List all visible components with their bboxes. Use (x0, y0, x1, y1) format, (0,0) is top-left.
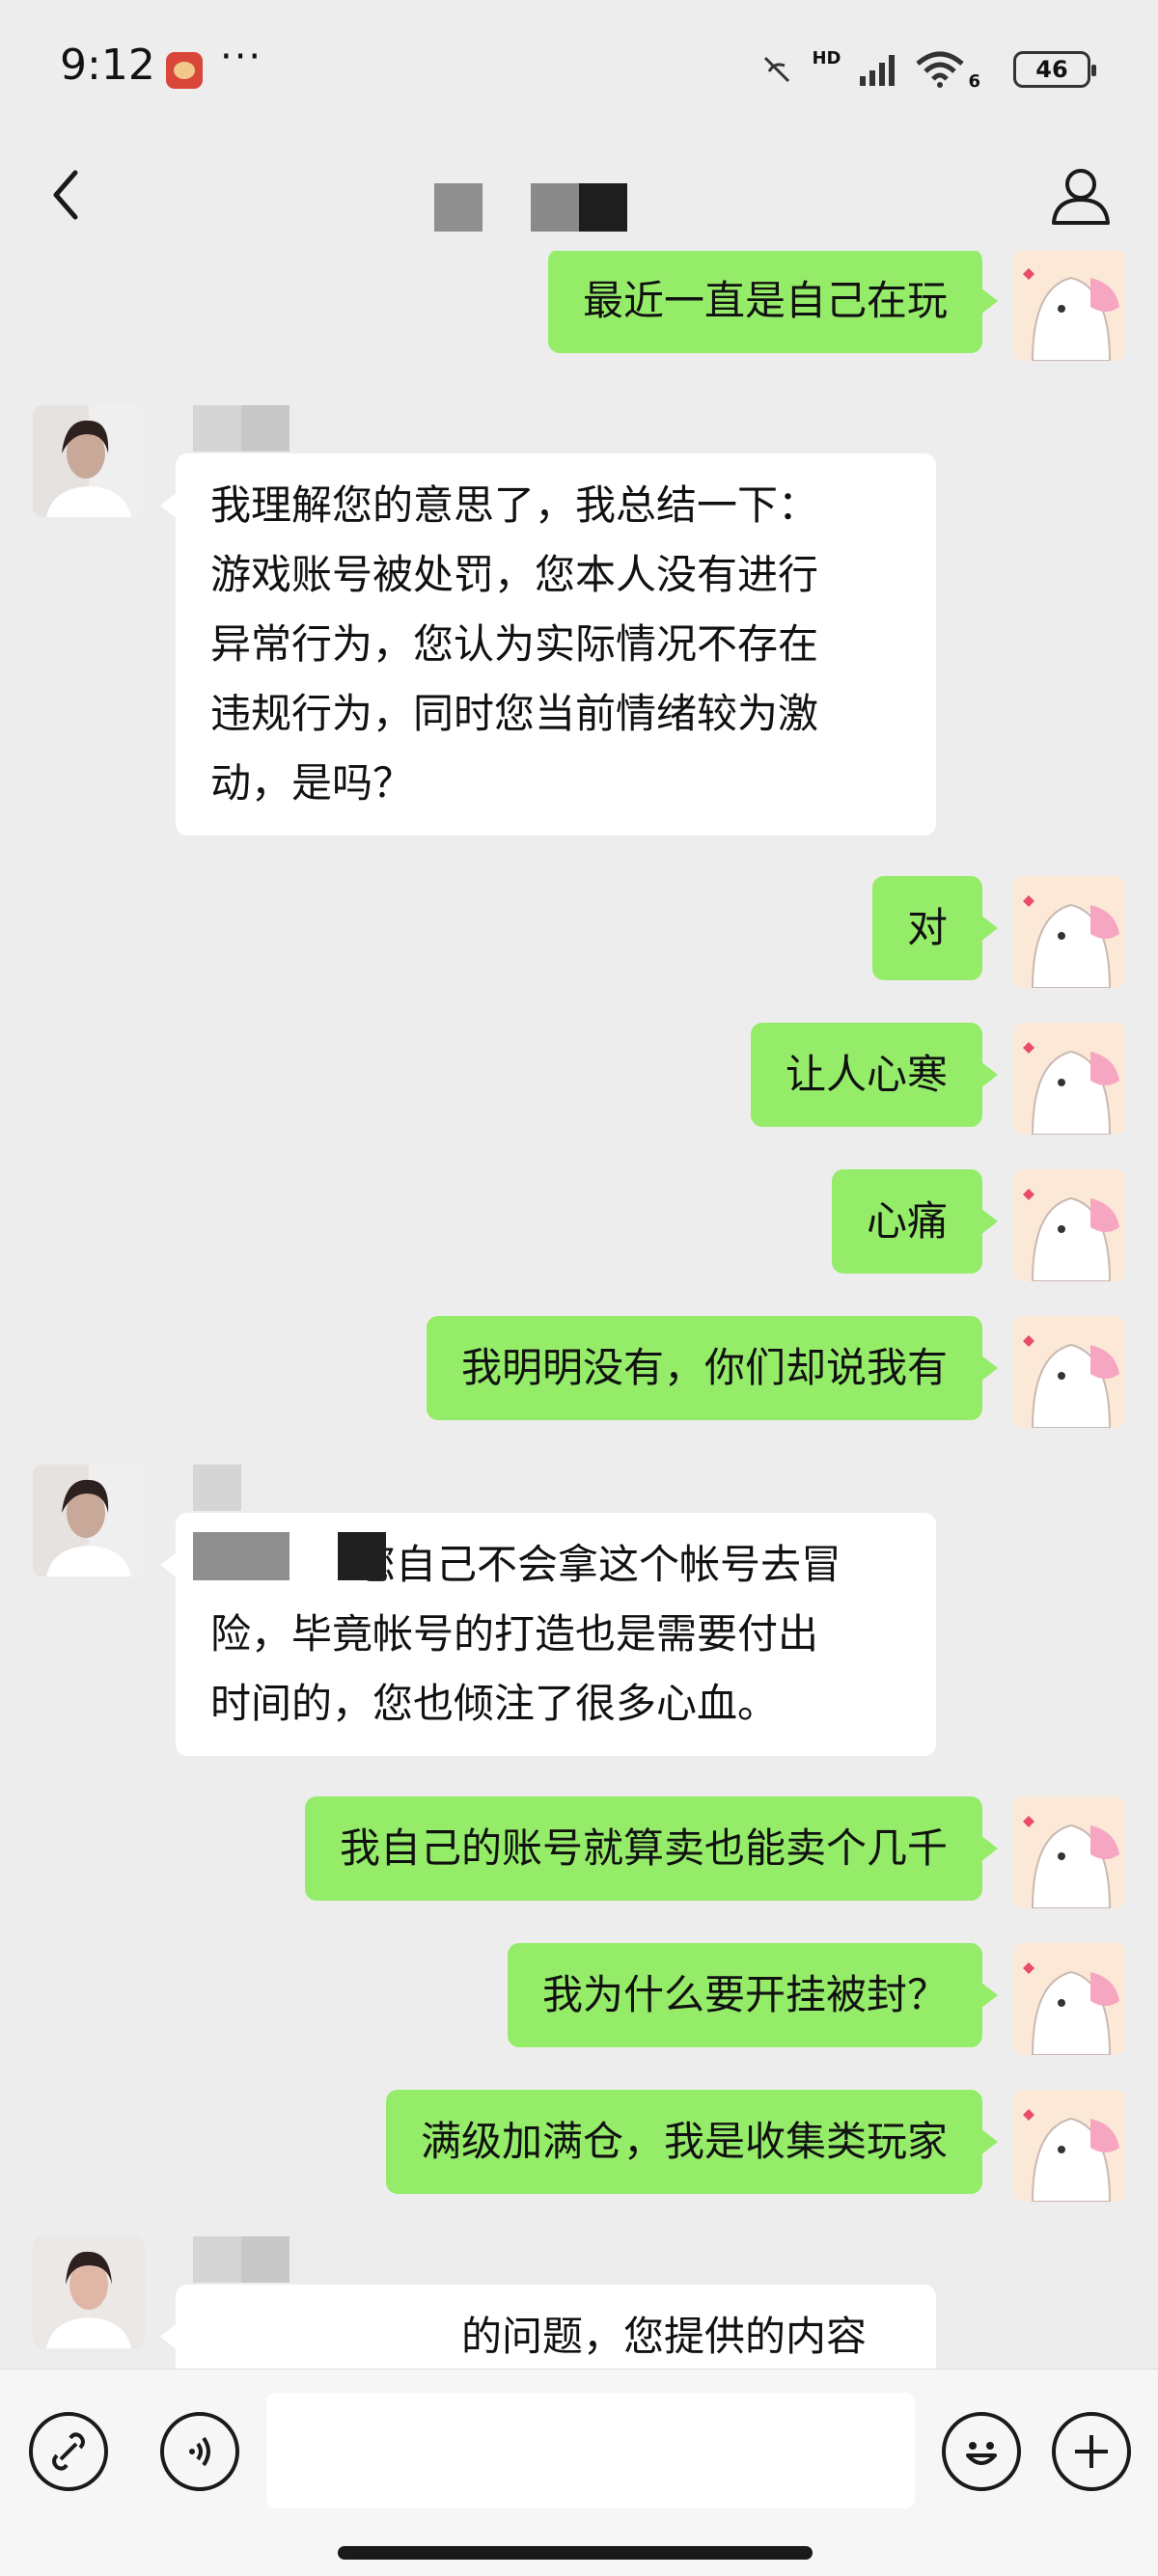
message-text: 我明明没有，你们却说我有 (460, 1344, 948, 1391)
message-row: 您自己不会拿这个帐号去冒 险，毕竟帐号的打造也是需要付出 时间的，您也倾注了很多… (0, 1465, 1158, 1783)
status-icons: HD 6 46 (759, 47, 1096, 92)
link-icon[interactable] (29, 2412, 108, 2491)
vibrate-icon (764, 56, 790, 83)
message-input[interactable] (266, 2393, 915, 2508)
message-bubble-self[interactable]: 满级加满仓，我是收集类玩家 (385, 2090, 999, 2194)
message-text: 我自己的账号就算卖也能卖个几千 (339, 1824, 948, 1872)
wifi-gen-label: 6 (968, 70, 980, 92)
cat-sticker-avatar-icon (1013, 251, 1125, 361)
message-row: 最近一直是自己在玩 (0, 251, 1158, 367)
self-avatar[interactable] (1013, 1316, 1125, 1428)
message-text: 满级加满仓，我是收集类玩家 (420, 2118, 948, 2165)
cat-sticker-avatar-icon (1013, 1169, 1125, 1281)
message-bubble-self[interactable]: 我自己的账号就算卖也能卖个几千 (304, 1796, 999, 1901)
agent-avatar[interactable] (33, 2236, 145, 2348)
plus-icon[interactable] (1052, 2412, 1131, 2491)
message-row: 我明明没有，你们却说我有 (0, 1316, 1158, 1441)
self-avatar[interactable] (1013, 1943, 1125, 2055)
agent-avatar[interactable] (33, 1465, 145, 1576)
message-text: 我为什么要开挂被封？ (541, 1971, 948, 2018)
cat-sticker-avatar-icon (1013, 1023, 1125, 1135)
message-row: 让人心寒 (0, 1023, 1158, 1148)
cell-signal-icon (860, 55, 896, 86)
message-line: 您自己不会拿这个帐号去冒 (355, 1541, 842, 1588)
message-row: 满级加满仓，我是收集类玩家 (0, 2090, 1158, 2215)
self-avatar[interactable] (1013, 2090, 1125, 2202)
message-line: 异常行为，您认为实际情况不存在 (210, 620, 819, 668)
self-avatar[interactable] (1013, 1796, 1125, 1908)
status-bar: 9:12 ··· HD 6 46 (0, 0, 1158, 140)
message-line: 违规行为，同时您当前情绪较为激 (210, 690, 819, 737)
self-avatar[interactable] (1013, 1023, 1125, 1135)
message-line: 时间的，您也倾注了很多心血。 (210, 1680, 779, 1727)
message-text: 让人心寒 (785, 1051, 948, 1098)
message-bubble-self[interactable]: 我明明没有，你们却说我有 (426, 1316, 999, 1420)
battery-icon: 46 (1013, 51, 1096, 88)
cat-sticker-avatar-icon (1013, 876, 1125, 988)
agent-photo-icon (33, 1465, 145, 1576)
message-line: 的问题，您提供的内容 (461, 2313, 868, 2360)
chevron-left-icon[interactable] (39, 161, 96, 229)
message-line: 险，毕竟帐号的打造也是需要付出 (210, 1610, 819, 1658)
cat-sticker-avatar-icon (1013, 2090, 1125, 2202)
message-bubble-agent[interactable]: 您自己不会拿这个帐号去冒 险，毕竟帐号的打造也是需要付出 时间的，您也倾注了很多… (160, 1513, 936, 1756)
input-bar (0, 2369, 1158, 2576)
agent-avatar[interactable] (33, 405, 145, 517)
status-time: 9:12 (60, 41, 155, 90)
chat-header (0, 140, 1158, 251)
message-bubble-self[interactable]: 对 (871, 876, 999, 980)
wifi-icon (916, 51, 965, 88)
message-bubble-agent[interactable]: 的问题，您提供的内容 (160, 2285, 936, 2369)
agent-photo-icon (33, 405, 145, 517)
message-row: 我理解您的意思了，我总结一下： 游戏账号被处罚，您本人没有进行 异常行为，您认为… (0, 405, 1158, 849)
battery-level: 46 (1035, 56, 1068, 83)
message-row: 我自己的账号就算卖也能卖个几千 (0, 1796, 1158, 1922)
message-row: 对 (0, 876, 1158, 1001)
self-avatar[interactable] (1013, 876, 1125, 988)
message-bubble-self[interactable]: 我为什么要开挂被封？ (507, 1943, 999, 2047)
message-row: 我为什么要开挂被封？ (0, 1943, 1158, 2069)
cat-sticker-avatar-icon (1013, 1943, 1125, 2055)
self-avatar[interactable] (1013, 251, 1125, 361)
voice-icon[interactable] (160, 2412, 239, 2491)
message-bubble-agent[interactable]: 我理解您的意思了，我总结一下： 游戏账号被处罚，您本人没有进行 异常行为，您认为… (160, 453, 936, 836)
message-row: 的问题，您提供的内容 (0, 2236, 1158, 2369)
cat-sticker-avatar-icon (1013, 1316, 1125, 1428)
message-text: 心痛 (866, 1197, 948, 1245)
redaction-block (193, 1532, 290, 1580)
person-icon[interactable] (1042, 157, 1119, 234)
message-line: 动，是吗？ (210, 759, 414, 807)
network-type-label: HD (812, 47, 841, 69)
message-row: 心痛 (0, 1169, 1158, 1295)
chat-title-redacted (434, 164, 724, 232)
self-avatar[interactable] (1013, 1169, 1125, 1281)
message-bubble-self[interactable]: 心痛 (831, 1169, 999, 1274)
message-bubble-self[interactable]: 让人心寒 (750, 1023, 999, 1127)
message-line: 我理解您的意思了，我总结一下： (210, 481, 819, 529)
home-indicator[interactable] (338, 2546, 813, 2560)
message-list[interactable]: 最近一直是自己在玩 我理解您的意思了，我总结一下： 游戏账号被处罚，您本人没有进… (0, 251, 1158, 2369)
status-more-indicator: ··· (220, 35, 263, 79)
cat-sticker-avatar-icon (1013, 1796, 1125, 1908)
message-bubble-self[interactable]: 最近一直是自己在玩 (547, 251, 999, 353)
emoji-icon[interactable] (942, 2412, 1021, 2491)
agent-photo-icon (33, 2236, 145, 2348)
message-text: 对 (906, 904, 948, 951)
redaction-block (338, 1532, 386, 1580)
message-line: 游戏账号被处罚，您本人没有进行 (210, 551, 819, 598)
message-text: 最近一直是自己在玩 (582, 277, 948, 324)
notification-app-icon (166, 52, 203, 89)
